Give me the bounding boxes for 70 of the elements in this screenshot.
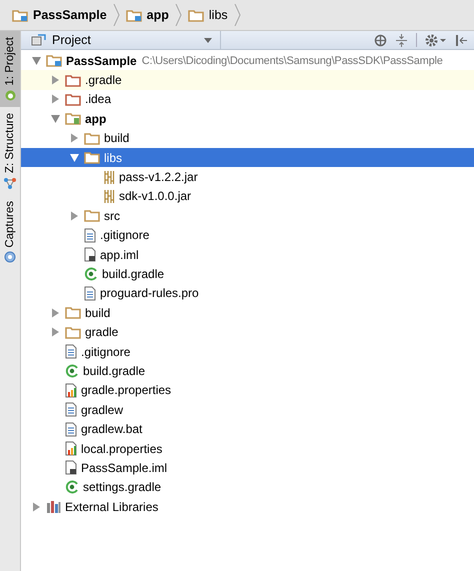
breadcrumb[interactable]: app	[122, 8, 173, 22]
tree-row[interactable]: local.properties	[21, 438, 474, 458]
folder-icon	[84, 151, 100, 164]
properties-icon	[65, 441, 77, 456]
folder-icon	[188, 8, 204, 22]
tree-row[interactable]: gradle.properties	[21, 380, 474, 400]
android-icon	[4, 90, 16, 101]
chevron-icon	[112, 4, 120, 26]
collapse-all-button[interactable]	[395, 34, 408, 46]
tree-row[interactable]: app	[21, 109, 474, 129]
tree-row[interactable]: gradle	[21, 322, 474, 342]
folder-icon	[65, 74, 81, 87]
tree-row[interactable]: External Libraries	[21, 496, 474, 516]
file-icon	[84, 228, 96, 243]
tree-row[interactable]: pass-v1.2.2.jar	[21, 167, 474, 187]
gradle-icon	[65, 364, 79, 378]
folder-icon	[84, 132, 100, 145]
camera-icon	[4, 251, 16, 264]
file-icon	[65, 422, 77, 437]
side-tab[interactable]: Z: Structure	[0, 106, 20, 195]
file-icon	[84, 286, 96, 301]
tree-row[interactable]: .gitignore	[21, 226, 474, 245]
file-icon	[65, 344, 77, 360]
folder-icon	[65, 92, 81, 106]
side-tab[interactable]: 1: Project	[0, 31, 20, 107]
tree-row[interactable]: gradlew.bat	[21, 419, 474, 439]
structure-icon	[4, 176, 16, 189]
tree-row[interactable]: build	[21, 303, 474, 322]
jar-icon	[103, 170, 115, 185]
file-icon	[65, 402, 77, 418]
tree-row[interactable]: app.iml	[21, 244, 474, 264]
gradle-icon	[65, 480, 79, 494]
chevron-icon	[234, 4, 241, 26]
tree-row[interactable]: build.gradle	[21, 361, 474, 381]
tree-row[interactable]: build	[21, 128, 474, 148]
properties-icon	[65, 382, 77, 398]
tree-row[interactable]: .gradle	[21, 70, 474, 90]
tree-row[interactable]: settings.gradle	[21, 478, 474, 497]
tree-row[interactable]: proguard-rules.pro	[21, 284, 474, 304]
tree-row[interactable]: .idea	[21, 90, 474, 110]
tree-row[interactable]: .gitignore	[21, 342, 474, 362]
chevron-icon	[174, 4, 182, 26]
file-icon	[65, 460, 77, 476]
folder-icon	[65, 112, 81, 126]
tree-row[interactable]: build.gradle	[21, 264, 474, 284]
folder-icon	[46, 54, 62, 68]
hide-panel-button[interactable]	[455, 34, 468, 46]
tree-row[interactable]: PassSample C:\Users\Dicoding\Documents\Samsung\PassSDK\PassSample	[21, 51, 474, 70]
project-path: C:\Users\Dicoding\Documents\Samsung\PassSDK\PassSample	[142, 54, 443, 67]
folder-icon	[126, 8, 142, 22]
settings-button[interactable]	[425, 34, 447, 46]
breadcrumb[interactable]: libs	[184, 8, 232, 22]
file-icon	[84, 247, 96, 262]
folder-icon	[65, 326, 81, 339]
gradle-icon	[84, 266, 98, 281]
breadcrumb[interactable]: PassSample	[8, 8, 111, 22]
project-view-icon	[31, 34, 46, 46]
tree-row[interactable]: gradlew	[21, 400, 474, 420]
locate-button[interactable]	[374, 34, 387, 46]
tree-row[interactable]: sdk-v1.0.0.jar	[21, 186, 474, 206]
folder-icon	[84, 209, 100, 222]
folder-icon	[12, 8, 28, 22]
caret-icon	[204, 38, 212, 42]
jar-icon	[103, 188, 115, 204]
tree-row[interactable]: libs	[21, 148, 474, 168]
tree-row[interactable]: src	[21, 206, 474, 226]
folder-icon	[65, 306, 81, 320]
tree-row[interactable]: PassSample.iml	[21, 458, 474, 478]
library-icon	[46, 500, 61, 514]
side-tab[interactable]: Captures	[0, 194, 20, 270]
